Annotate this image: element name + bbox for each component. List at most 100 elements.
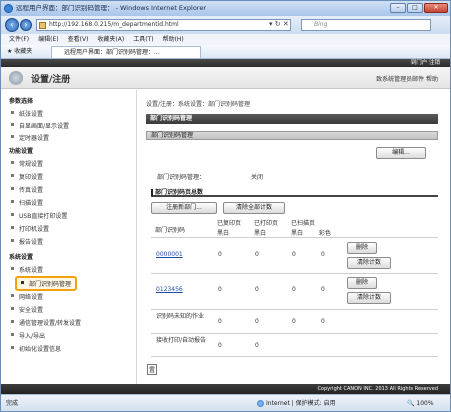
top-strip: 到门户 注销 bbox=[1, 59, 450, 67]
receive-copy-count: 0 bbox=[218, 342, 222, 349]
sidebar-item-initialize[interactable]: 初始化设置信息 bbox=[10, 344, 61, 353]
globe-icon bbox=[257, 400, 264, 407]
sidebar-item-usb-print[interactable]: USB直接打印设置 bbox=[10, 211, 67, 220]
top-link[interactable]: 置 bbox=[147, 364, 158, 375]
forward-button[interactable]: › bbox=[20, 19, 32, 31]
pages-section-title: 部门识别码页总数 bbox=[151, 188, 438, 197]
status-value: 关闭 bbox=[251, 174, 264, 181]
col-header-copy-bw: 黑白 bbox=[217, 230, 230, 237]
unknown-scan-color-count: 0 bbox=[321, 318, 325, 325]
menu-help[interactable]: 帮助(H) bbox=[163, 34, 184, 45]
sidebar-item-copy[interactable]: 复印设置 bbox=[10, 172, 43, 181]
receive-print-label: 接收打印/自动报告 bbox=[156, 337, 207, 344]
url-text: http://192.168.0.215/m_departmentid.html bbox=[49, 21, 179, 28]
minimize-button[interactable]: – bbox=[390, 3, 406, 13]
portal-logout-links[interactable]: 到门户 注销 bbox=[411, 59, 440, 67]
page-header: 设置/注册 致系统管理员邮件 帮助 bbox=[1, 67, 450, 89]
menu-favorites[interactable]: 收藏夹(A) bbox=[97, 34, 124, 45]
scan-bw-count: 0 bbox=[292, 286, 296, 293]
sidebar-item-timer[interactable]: 定时器设置 bbox=[10, 133, 49, 142]
unknown-scan-bw-count: 0 bbox=[292, 318, 296, 325]
sidebar-item-system[interactable]: 系统设置 bbox=[10, 265, 43, 274]
security-zone: Internet | 保护模式: 启用 bbox=[257, 395, 336, 412]
breadcrumb: 设置/注册：系统设置：部门识别码管理 bbox=[146, 101, 251, 108]
address-bar: ‹ › http://192.168.0.215/m_departmentid.… bbox=[1, 16, 450, 34]
url-input[interactable]: http://192.168.0.215/m_departmentid.html bbox=[36, 19, 291, 31]
refresh-icon[interactable]: ▾ ↻ ✕ bbox=[269, 20, 289, 28]
unknown-copy-count: 0 bbox=[218, 318, 222, 325]
sidebar-item-scan[interactable]: 扫描设置 bbox=[10, 198, 43, 207]
department-id-link[interactable]: 0123456 bbox=[156, 286, 183, 293]
col-header-id: 部门识别码 bbox=[155, 227, 186, 234]
window-title: 远程用户界面：部门识别码管理： - Windows Internet Explo… bbox=[16, 4, 206, 12]
sidebar-item-network[interactable]: 网络设置 bbox=[10, 292, 43, 301]
close-button[interactable]: ✕ bbox=[424, 3, 448, 13]
clear-count-button[interactable]: 清除计数 bbox=[347, 257, 391, 269]
clear-count-button[interactable]: 清除计数 bbox=[347, 292, 391, 304]
copy-count: 0 bbox=[218, 286, 222, 293]
col-header-print: 已打印页 bbox=[254, 220, 279, 227]
sidebar: 参数选择 纸张设置 自显画面/显示设置 定时器设置 功能设置 常规设置 复印设置… bbox=[1, 90, 137, 390]
maximize-button[interactable]: □ bbox=[407, 3, 423, 13]
table-row: 0000001 0 0 0 0 删除 清除计数 bbox=[151, 237, 438, 273]
menu-file[interactable]: 文件(F) bbox=[9, 34, 29, 45]
copy-count: 0 bbox=[218, 251, 222, 258]
sidebar-item-fax[interactable]: 传真设置 bbox=[10, 185, 43, 194]
table-row: 识别码未知的作业 0 0 0 0 bbox=[151, 309, 438, 333]
department-id-link[interactable]: 0000001 bbox=[156, 251, 183, 258]
menu-view[interactable]: 查看(V) bbox=[68, 34, 89, 45]
sidebar-item-printer[interactable]: 打印机设置 bbox=[10, 224, 49, 233]
menu-edit[interactable]: 编辑(E) bbox=[38, 34, 58, 45]
sidebar-item-common[interactable]: 常规设置 bbox=[10, 159, 43, 168]
unknown-print-count: 0 bbox=[255, 318, 259, 325]
col-header-scan-color: 彩色 bbox=[319, 230, 332, 237]
unknown-job-label: 识别码未知的作业 bbox=[156, 313, 205, 320]
scan-color-count: 0 bbox=[321, 286, 325, 293]
settings-logo-icon bbox=[9, 71, 23, 85]
delete-button[interactable]: 删除 bbox=[347, 277, 377, 289]
col-header-copy: 已复印页 bbox=[217, 220, 242, 227]
scan-bw-count: 0 bbox=[292, 251, 296, 258]
menu-bar: 文件(F) 编辑(E) 查看(V) 收藏夹(A) 工具(T) 帮助(H) bbox=[1, 34, 450, 45]
ie-icon bbox=[4, 4, 13, 13]
delete-button[interactable]: 删除 bbox=[347, 242, 377, 254]
section-title: 部门识别码管理 bbox=[146, 114, 438, 124]
edit-button[interactable]: 编辑... bbox=[376, 147, 426, 159]
title-bar: 远程用户界面：部门识别码管理： - Windows Internet Explo… bbox=[1, 1, 450, 16]
sidebar-section-preferences: 参数选择 bbox=[9, 98, 34, 105]
table-row: 0123456 0 0 0 0 删除 清除计数 bbox=[151, 273, 438, 309]
page-content: 到门户 注销 设置/注册 致系统管理员邮件 帮助 参数选择 纸张设置 自显画面/… bbox=[1, 59, 450, 394]
receive-print-count: 0 bbox=[255, 342, 259, 349]
search-input[interactable]: Bing bbox=[301, 19, 431, 31]
sidebar-item-department-id[interactable]: 部门识别码管理 bbox=[15, 276, 78, 291]
main-panel: 设置/注册：系统设置：部门识别码管理 部门识别码管理 部门识别码管理 编辑...… bbox=[143, 90, 443, 390]
ie-window: 远程用户界面：部门识别码管理： - Windows Internet Explo… bbox=[0, 0, 451, 412]
col-header-scan-bw: 黑白 bbox=[291, 230, 304, 237]
favorites-button[interactable]: ★ 收藏夹 bbox=[7, 45, 32, 59]
register-department-button[interactable]: 注册新部门... bbox=[151, 202, 217, 214]
col-header-scan: 已扫描页 bbox=[291, 220, 316, 227]
header-links[interactable]: 致系统管理员邮件 帮助 bbox=[376, 74, 438, 83]
print-count: 0 bbox=[255, 286, 259, 293]
sidebar-item-communication[interactable]: 通信管理设置/转发设置 bbox=[10, 318, 81, 327]
sidebar-item-security[interactable]: 安全设置 bbox=[10, 305, 43, 314]
page-title: 设置/注册 bbox=[31, 75, 71, 85]
browser-tab[interactable]: 远程用户界面：部门识别码管理：... bbox=[51, 46, 201, 58]
subsection-title: 部门识别码管理 bbox=[146, 131, 438, 140]
sidebar-section-system: 系统设置 bbox=[9, 254, 34, 261]
sidebar-item-paper[interactable]: 纸张设置 bbox=[10, 109, 43, 118]
sidebar-item-report[interactable]: 报告设置 bbox=[10, 237, 43, 246]
zoom-level[interactable]: 🔍 100% bbox=[407, 395, 434, 412]
footer: Copyright CANON INC. 2013 All Rights Res… bbox=[1, 384, 450, 394]
back-button[interactable]: ‹ bbox=[5, 18, 19, 32]
page-icon bbox=[39, 22, 46, 29]
menu-tools[interactable]: 工具(T) bbox=[133, 34, 153, 45]
status-done: 完成 bbox=[6, 400, 19, 407]
scan-color-count: 0 bbox=[321, 251, 325, 258]
status-bar: 完成 Internet | 保护模式: 启用 🔍 100% bbox=[1, 394, 450, 411]
clear-all-counts-button[interactable]: 清除全部计数 bbox=[223, 202, 285, 214]
sidebar-item-import-export[interactable]: 导入/导出 bbox=[10, 331, 45, 340]
print-count: 0 bbox=[255, 251, 259, 258]
sidebar-section-functions: 功能设置 bbox=[9, 148, 34, 155]
sidebar-item-display[interactable]: 自显画面/显示设置 bbox=[10, 121, 69, 130]
